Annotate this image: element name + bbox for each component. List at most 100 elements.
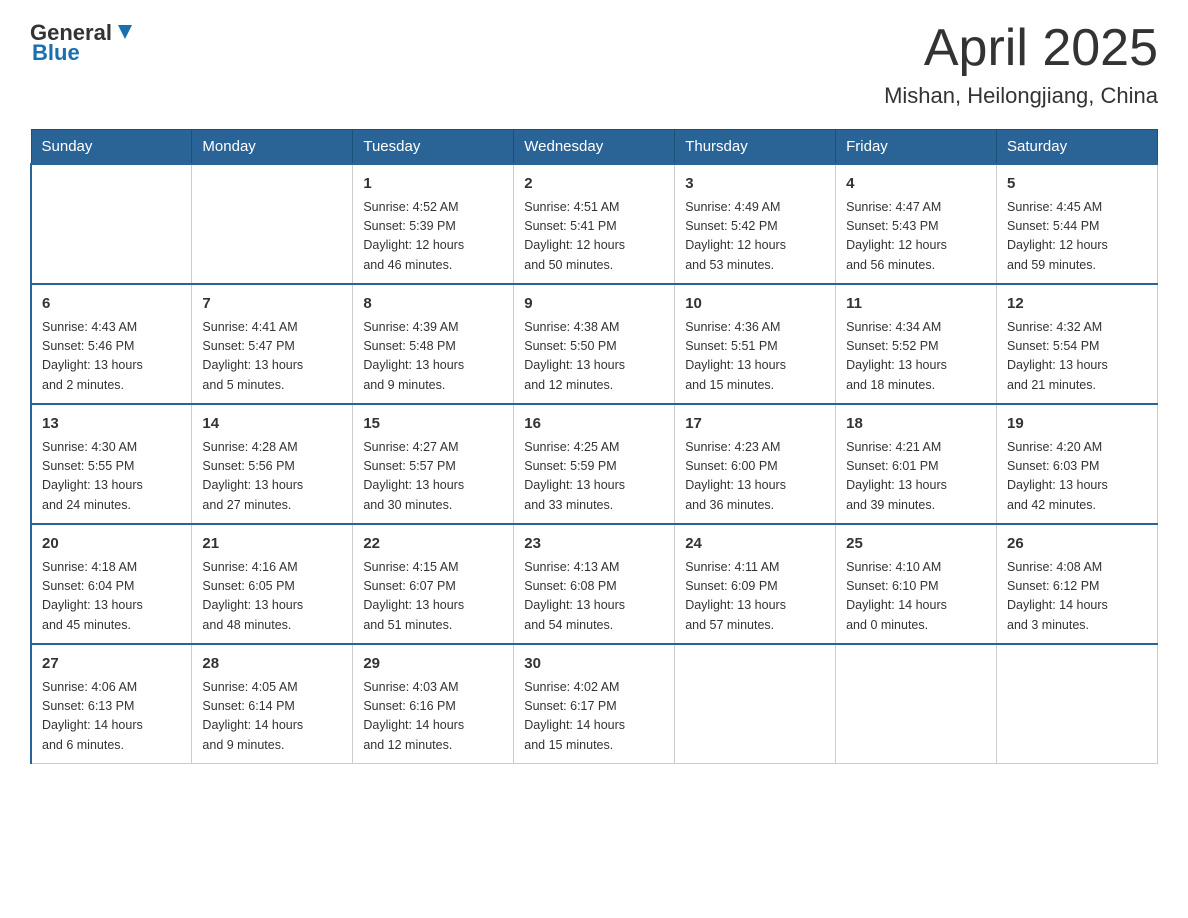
day-info: Sunrise: 4:30 AM Sunset: 5:55 PM Dayligh… (42, 438, 181, 516)
calendar-day-cell: 19Sunrise: 4:20 AM Sunset: 6:03 PM Dayli… (997, 404, 1158, 524)
calendar-day-cell: 17Sunrise: 4:23 AM Sunset: 6:00 PM Dayli… (675, 404, 836, 524)
day-info: Sunrise: 4:47 AM Sunset: 5:43 PM Dayligh… (846, 198, 986, 276)
day-info: Sunrise: 4:10 AM Sunset: 6:10 PM Dayligh… (846, 558, 986, 636)
day-number: 17 (685, 413, 825, 436)
location-title: Mishan, Heilongjiang, China (884, 83, 1158, 109)
calendar-header-tuesday: Tuesday (353, 130, 514, 165)
day-info: Sunrise: 4:28 AM Sunset: 5:56 PM Dayligh… (202, 438, 342, 516)
day-info: Sunrise: 4:23 AM Sunset: 6:00 PM Dayligh… (685, 438, 825, 516)
day-info: Sunrise: 4:39 AM Sunset: 5:48 PM Dayligh… (363, 318, 503, 396)
day-info: Sunrise: 4:06 AM Sunset: 6:13 PM Dayligh… (42, 678, 181, 756)
calendar-day-cell: 14Sunrise: 4:28 AM Sunset: 5:56 PM Dayli… (192, 404, 353, 524)
day-number: 13 (42, 413, 181, 436)
day-number: 7 (202, 293, 342, 316)
calendar-week-row: 1Sunrise: 4:52 AM Sunset: 5:39 PM Daylig… (31, 164, 1158, 284)
calendar-week-row: 6Sunrise: 4:43 AM Sunset: 5:46 PM Daylig… (31, 284, 1158, 404)
day-info: Sunrise: 4:49 AM Sunset: 5:42 PM Dayligh… (685, 198, 825, 276)
calendar-header-monday: Monday (192, 130, 353, 165)
day-info: Sunrise: 4:41 AM Sunset: 5:47 PM Dayligh… (202, 318, 342, 396)
day-info: Sunrise: 4:51 AM Sunset: 5:41 PM Dayligh… (524, 198, 664, 276)
calendar-day-cell: 30Sunrise: 4:02 AM Sunset: 6:17 PM Dayli… (514, 644, 675, 764)
day-number: 11 (846, 293, 986, 316)
day-info: Sunrise: 4:38 AM Sunset: 5:50 PM Dayligh… (524, 318, 664, 396)
calendar-day-cell: 2Sunrise: 4:51 AM Sunset: 5:41 PM Daylig… (514, 164, 675, 284)
calendar-day-cell: 5Sunrise: 4:45 AM Sunset: 5:44 PM Daylig… (997, 164, 1158, 284)
logo-triangle-icon (114, 21, 136, 43)
day-number: 12 (1007, 293, 1147, 316)
calendar-week-row: 27Sunrise: 4:06 AM Sunset: 6:13 PM Dayli… (31, 644, 1158, 764)
day-number: 15 (363, 413, 503, 436)
calendar-day-cell (836, 644, 997, 764)
calendar-day-cell: 6Sunrise: 4:43 AM Sunset: 5:46 PM Daylig… (31, 284, 192, 404)
day-number: 24 (685, 533, 825, 556)
day-info: Sunrise: 4:36 AM Sunset: 5:51 PM Dayligh… (685, 318, 825, 396)
day-number: 4 (846, 173, 986, 196)
day-info: Sunrise: 4:20 AM Sunset: 6:03 PM Dayligh… (1007, 438, 1147, 516)
calendar-day-cell (997, 644, 1158, 764)
day-number: 18 (846, 413, 986, 436)
day-info: Sunrise: 4:43 AM Sunset: 5:46 PM Dayligh… (42, 318, 181, 396)
calendar-day-cell: 18Sunrise: 4:21 AM Sunset: 6:01 PM Dayli… (836, 404, 997, 524)
day-info: Sunrise: 4:08 AM Sunset: 6:12 PM Dayligh… (1007, 558, 1147, 636)
title-block: April 2025 Mishan, Heilongjiang, China (884, 20, 1158, 109)
calendar-day-cell: 10Sunrise: 4:36 AM Sunset: 5:51 PM Dayli… (675, 284, 836, 404)
day-number: 27 (42, 653, 181, 676)
day-info: Sunrise: 4:52 AM Sunset: 5:39 PM Dayligh… (363, 198, 503, 276)
calendar-header-thursday: Thursday (675, 130, 836, 165)
day-number: 21 (202, 533, 342, 556)
day-info: Sunrise: 4:21 AM Sunset: 6:01 PM Dayligh… (846, 438, 986, 516)
day-info: Sunrise: 4:15 AM Sunset: 6:07 PM Dayligh… (363, 558, 503, 636)
day-info: Sunrise: 4:16 AM Sunset: 6:05 PM Dayligh… (202, 558, 342, 636)
calendar-header-row: SundayMondayTuesdayWednesdayThursdayFrid… (31, 130, 1158, 165)
day-number: 9 (524, 293, 664, 316)
calendar-day-cell: 8Sunrise: 4:39 AM Sunset: 5:48 PM Daylig… (353, 284, 514, 404)
day-number: 5 (1007, 173, 1147, 196)
calendar-day-cell: 24Sunrise: 4:11 AM Sunset: 6:09 PM Dayli… (675, 524, 836, 644)
calendar-day-cell (192, 164, 353, 284)
calendar-day-cell: 16Sunrise: 4:25 AM Sunset: 5:59 PM Dayli… (514, 404, 675, 524)
day-number: 29 (363, 653, 503, 676)
day-info: Sunrise: 4:02 AM Sunset: 6:17 PM Dayligh… (524, 678, 664, 756)
calendar-day-cell: 25Sunrise: 4:10 AM Sunset: 6:10 PM Dayli… (836, 524, 997, 644)
calendar-day-cell: 4Sunrise: 4:47 AM Sunset: 5:43 PM Daylig… (836, 164, 997, 284)
day-info: Sunrise: 4:32 AM Sunset: 5:54 PM Dayligh… (1007, 318, 1147, 396)
day-number: 6 (42, 293, 181, 316)
calendar-day-cell: 11Sunrise: 4:34 AM Sunset: 5:52 PM Dayli… (836, 284, 997, 404)
day-number: 25 (846, 533, 986, 556)
calendar-day-cell: 26Sunrise: 4:08 AM Sunset: 6:12 PM Dayli… (997, 524, 1158, 644)
calendar-day-cell: 27Sunrise: 4:06 AM Sunset: 6:13 PM Dayli… (31, 644, 192, 764)
day-info: Sunrise: 4:18 AM Sunset: 6:04 PM Dayligh… (42, 558, 181, 636)
day-number: 8 (363, 293, 503, 316)
day-number: 10 (685, 293, 825, 316)
calendar-day-cell: 9Sunrise: 4:38 AM Sunset: 5:50 PM Daylig… (514, 284, 675, 404)
calendar-header-saturday: Saturday (997, 130, 1158, 165)
calendar-day-cell: 29Sunrise: 4:03 AM Sunset: 6:16 PM Dayli… (353, 644, 514, 764)
day-number: 30 (524, 653, 664, 676)
calendar-day-cell: 20Sunrise: 4:18 AM Sunset: 6:04 PM Dayli… (31, 524, 192, 644)
day-number: 26 (1007, 533, 1147, 556)
logo-blue: Blue (32, 40, 80, 66)
calendar-day-cell (31, 164, 192, 284)
calendar-day-cell: 23Sunrise: 4:13 AM Sunset: 6:08 PM Dayli… (514, 524, 675, 644)
calendar-day-cell: 15Sunrise: 4:27 AM Sunset: 5:57 PM Dayli… (353, 404, 514, 524)
calendar-header-sunday: Sunday (31, 130, 192, 165)
calendar-header-friday: Friday (836, 130, 997, 165)
calendar-day-cell: 1Sunrise: 4:52 AM Sunset: 5:39 PM Daylig… (353, 164, 514, 284)
day-number: 2 (524, 173, 664, 196)
calendar-day-cell: 13Sunrise: 4:30 AM Sunset: 5:55 PM Dayli… (31, 404, 192, 524)
day-number: 28 (202, 653, 342, 676)
calendar-day-cell: 22Sunrise: 4:15 AM Sunset: 6:07 PM Dayli… (353, 524, 514, 644)
calendar-header-wednesday: Wednesday (514, 130, 675, 165)
calendar-table: SundayMondayTuesdayWednesdayThursdayFrid… (30, 129, 1158, 764)
page-header: General Blue April 2025 Mishan, Heilongj… (30, 20, 1158, 109)
day-number: 19 (1007, 413, 1147, 436)
day-info: Sunrise: 4:25 AM Sunset: 5:59 PM Dayligh… (524, 438, 664, 516)
calendar-day-cell: 21Sunrise: 4:16 AM Sunset: 6:05 PM Dayli… (192, 524, 353, 644)
day-info: Sunrise: 4:03 AM Sunset: 6:16 PM Dayligh… (363, 678, 503, 756)
day-number: 16 (524, 413, 664, 436)
day-number: 23 (524, 533, 664, 556)
day-info: Sunrise: 4:45 AM Sunset: 5:44 PM Dayligh… (1007, 198, 1147, 276)
day-info: Sunrise: 4:13 AM Sunset: 6:08 PM Dayligh… (524, 558, 664, 636)
calendar-week-row: 13Sunrise: 4:30 AM Sunset: 5:55 PM Dayli… (31, 404, 1158, 524)
calendar-day-cell: 12Sunrise: 4:32 AM Sunset: 5:54 PM Dayli… (997, 284, 1158, 404)
